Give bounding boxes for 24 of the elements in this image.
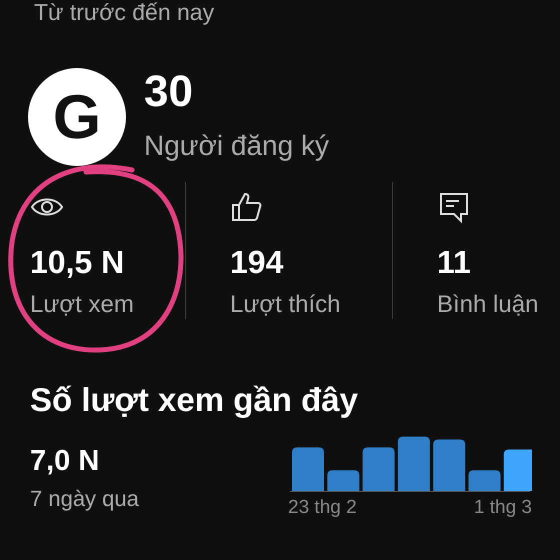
thumbs-up-icon [230,190,264,224]
recent-period: 7 ngày qua [30,486,139,512]
chart-bar [433,439,466,491]
chart-bar [362,447,395,491]
chart-bar [468,470,500,491]
recent-views-value: 7,0 N [30,445,100,478]
stat-label: Bình luận [437,291,538,319]
chart-bar [327,470,360,491]
stat-label: Lượt thích [230,291,341,319]
stat-label: Lượt xem [30,291,134,319]
chart-bar [504,450,532,491]
period-subtitle: Từ trước đến nay [33,0,216,24]
chart-end-label: 1 thg 3 [474,497,532,519]
channel-avatar: G [28,68,126,166]
stat-value: 194 [230,244,284,281]
chart-bar [398,436,430,491]
subscriber-label: Người đăng ký [144,130,329,162]
stat-value: 11 [437,244,471,281]
section-title: Số lượt xem gần đây [29,381,359,419]
chart-bar [292,447,324,491]
chart-start-label: 23 thg 2 [288,497,357,519]
stat-value: 10,5 N [30,244,124,281]
comment-icon [437,190,471,224]
subscriber-count: 30 [144,68,194,116]
